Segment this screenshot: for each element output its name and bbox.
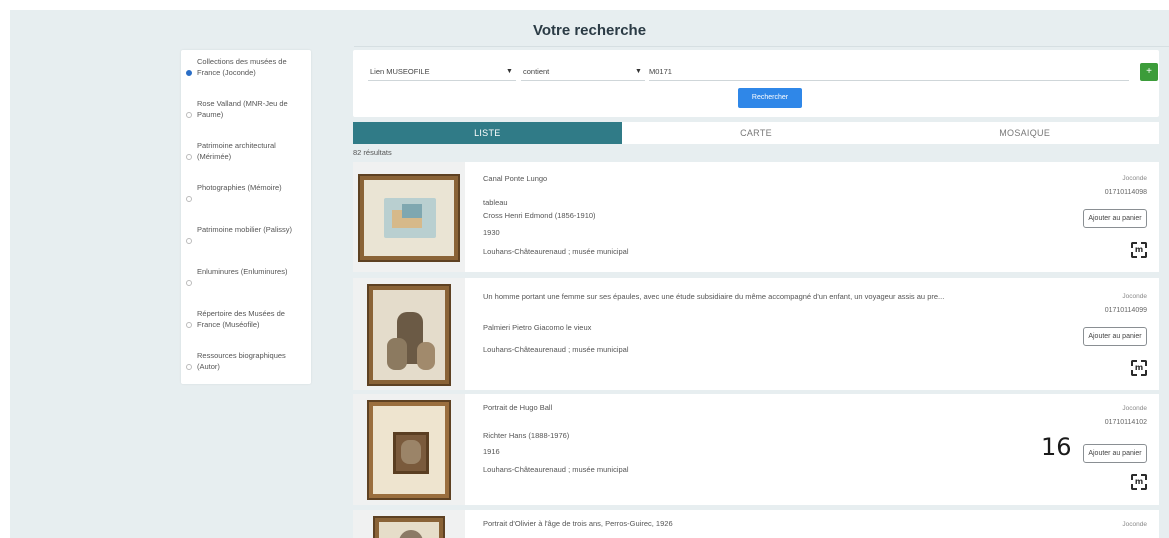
sidebar-item-label: Ressources biographiques (Autor) <box>197 351 286 371</box>
result-date: 1916 <box>483 447 500 456</box>
sidebar-item-enluminures[interactable]: Enluminures (Enluminures) <box>186 266 308 286</box>
search-value-input[interactable]: M0171 <box>649 65 672 79</box>
result-location: Louhans-Châteaurenaud ; musée municipal <box>483 345 629 354</box>
sidebar-item-label: Rose Valland (MNR-Jeu de Paume) <box>197 99 288 119</box>
results-count: 82 résultats <box>353 148 392 157</box>
chevron-down-icon[interactable]: ▼ <box>506 65 513 79</box>
result-location: Louhans-Châteaurenaud ; musée municipal <box>483 465 629 474</box>
tab-carte[interactable]: CARTE <box>622 122 891 144</box>
result-reference: 01710114099 <box>1104 307 1147 314</box>
sidebar-item-museofile[interactable]: Répertoire des Musées de France (Muséofi… <box>186 308 308 330</box>
search-button[interactable]: Rechercher <box>738 88 802 108</box>
result-title[interactable]: Canal Ponte Lungo <box>483 174 547 183</box>
sidebar-item-label: Patrimoine architectural (Mérimée) <box>197 141 276 161</box>
title-divider <box>354 46 1169 47</box>
sidebar-item-merimee[interactable]: Patrimoine architectural (Mérimée) <box>186 140 308 162</box>
add-to-cart-button[interactable]: Ajouter au panier <box>1083 327 1147 346</box>
page-title: Votre recherche <box>532 22 647 39</box>
sidebar-item-label: Collections des musées de France (Jocond… <box>197 57 287 77</box>
sidebar-item-joconde[interactable]: Collections des musées de France (Jocond… <box>186 56 308 78</box>
museum-icon[interactable]: m <box>1131 474 1147 490</box>
artwork-thumbnail[interactable] <box>367 400 451 500</box>
result-reference: 01710114102 <box>1104 419 1147 426</box>
result-author: Palmieri Pietro Giacomo le vieux <box>483 323 592 332</box>
result-title[interactable]: Un homme portant une femme sur ses épaul… <box>483 292 944 301</box>
result-location: Louhans-Châteaurenaud ; musée municipal <box>483 247 629 256</box>
radio-icon[interactable] <box>186 322 192 328</box>
add-to-cart-button[interactable]: Ajouter au panier <box>1083 209 1147 228</box>
result-type: tableau <box>483 198 508 207</box>
sidebar-item-memoire[interactable]: Photographies (Mémoire) <box>186 182 308 202</box>
thumbnail-area <box>353 394 465 505</box>
sidebar-item-label: Enluminures (Enluminures) <box>197 267 288 276</box>
artwork-thumbnail[interactable] <box>358 174 460 262</box>
sidebar-item-autor[interactable]: Ressources biographiques (Autor) <box>186 350 308 372</box>
result-date: 1930 <box>483 228 500 237</box>
result-author: Cross Henri Edmond (1856-1910) <box>483 211 596 220</box>
field-select[interactable]: Lien MUSEOFILE <box>370 65 430 79</box>
result-card[interactable]: Portrait de Hugo Ball Richter Hans (1888… <box>353 394 1159 505</box>
operator-underline <box>521 80 645 81</box>
result-title[interactable]: Portrait d'Olivier à l'âge de trois ans,… <box>483 519 673 528</box>
thumbnail-area <box>353 278 465 390</box>
thumbnail-area <box>353 510 465 538</box>
result-reference: 01710114098 <box>1104 189 1147 196</box>
radio-icon[interactable] <box>186 70 192 76</box>
thumbnail-area <box>353 162 465 272</box>
sidebar-item-label: Patrimoine mobilier (Palissy) <box>197 225 293 234</box>
operator-select[interactable]: contient <box>523 65 549 79</box>
result-source: Joconde <box>1122 175 1147 182</box>
artwork-thumbnail[interactable] <box>373 516 445 538</box>
overlay-number: 16 <box>1041 433 1072 461</box>
tab-mosaique[interactable]: MOSAIQUE <box>890 122 1159 144</box>
radio-icon[interactable] <box>186 280 192 286</box>
museum-icon[interactable]: m <box>1131 360 1147 376</box>
radio-icon[interactable] <box>186 196 192 202</box>
result-title[interactable]: Portrait de Hugo Ball <box>483 403 552 412</box>
radio-icon[interactable] <box>186 238 192 244</box>
view-tabs: LISTE CARTE MOSAIQUE <box>353 122 1159 144</box>
sidebar-item-palissy[interactable]: Patrimoine mobilier (Palissy) <box>186 224 308 244</box>
value-underline <box>649 80 1129 81</box>
radio-icon[interactable] <box>186 112 192 118</box>
result-source: Joconde <box>1122 405 1147 412</box>
result-source: Joconde <box>1122 293 1147 300</box>
result-author: Richter Hans (1888-1976) <box>483 431 570 440</box>
chevron-down-icon[interactable]: ▼ <box>635 65 642 79</box>
artwork-thumbnail[interactable] <box>367 284 451 386</box>
add-criterion-button[interactable]: + <box>1140 63 1158 81</box>
field-underline <box>368 80 516 81</box>
database-sidebar: Collections des musées de France (Jocond… <box>181 50 311 384</box>
sidebar-item-label: Répertoire des Musées de France (Muséofi… <box>197 309 285 329</box>
page: Votre recherche Collections des musées d… <box>10 10 1169 538</box>
result-card[interactable]: Portrait d'Olivier à l'âge de trois ans,… <box>353 510 1159 538</box>
add-to-cart-button[interactable]: Ajouter au panier <box>1083 444 1147 463</box>
radio-icon[interactable] <box>186 364 192 370</box>
museum-icon[interactable]: m <box>1131 242 1147 258</box>
result-source: Joconde <box>1122 521 1147 528</box>
radio-icon[interactable] <box>186 154 192 160</box>
sidebar-item-mnr[interactable]: Rose Valland (MNR-Jeu de Paume) <box>186 98 308 120</box>
result-card[interactable]: Un homme portant une femme sur ses épaul… <box>353 278 1159 390</box>
result-card[interactable]: Canal Ponte Lungo tableau Cross Henri Ed… <box>353 162 1159 272</box>
tab-liste[interactable]: LISTE <box>353 122 622 144</box>
sidebar-item-label: Photographies (Mémoire) <box>197 183 282 192</box>
